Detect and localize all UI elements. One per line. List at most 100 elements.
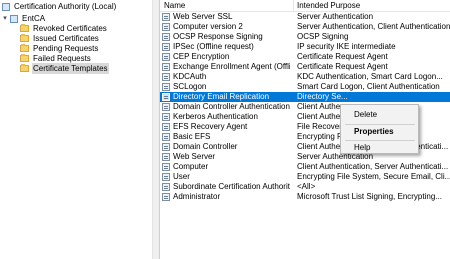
template-name: User xyxy=(173,172,190,181)
certificate-template-icon xyxy=(162,143,170,151)
certificate-template-icon xyxy=(162,83,170,91)
certificate-template-icon xyxy=(162,43,170,51)
template-name-cell: Administrator xyxy=(162,192,290,202)
template-name: Web Server xyxy=(173,152,216,161)
template-name: Exchange Enrollment Agent (Offline r... xyxy=(173,62,290,71)
table-row[interactable]: CEP Encryption Certificate Request Agent xyxy=(160,52,450,62)
context-menu: Delete Properties Help xyxy=(340,104,419,154)
table-row[interactable]: IPSec (Offline request) IP security IKE i… xyxy=(160,42,450,52)
table-row[interactable]: Subordinate Certification Authority <All> xyxy=(160,182,450,192)
template-name: Web Server SSL xyxy=(173,12,233,21)
template-name: Directory Email Replication xyxy=(173,92,270,101)
intended-purpose-cell: Microsoft Trust List Signing, Encrypting… xyxy=(297,192,442,201)
template-name: Domain Controller xyxy=(173,142,238,151)
intended-purpose-cell: OCSP Signing xyxy=(297,32,349,41)
template-name: EFS Recovery Agent xyxy=(173,122,248,131)
template-name-cell: Domain Controller xyxy=(162,142,290,152)
intended-purpose-cell: <All> xyxy=(297,182,316,191)
template-name: OCSP Response Signing xyxy=(173,32,263,41)
tree-node-root[interactable]: Certification Authority (Local) xyxy=(2,1,117,12)
template-name-cell: IPSec (Offline request) xyxy=(162,42,290,52)
certificate-template-icon xyxy=(162,53,170,61)
template-name-cell: EFS Recovery Agent xyxy=(162,122,290,132)
folder-icon xyxy=(20,54,29,62)
template-name: KDCAuth xyxy=(173,72,207,81)
folder-icon xyxy=(20,34,29,42)
collapse-arrow-icon[interactable]: ▾ xyxy=(2,13,8,24)
template-name-cell: Web Server SSL xyxy=(162,12,290,22)
template-name: CEP Encryption xyxy=(173,52,230,61)
table-row[interactable]: Computer Client Authentication, Server Au… xyxy=(160,162,450,172)
template-name: Computer xyxy=(173,162,209,171)
intended-purpose-cell: Server Authentication xyxy=(297,12,374,21)
pane-splitter[interactable] xyxy=(152,0,160,259)
template-name-cell: Domain Controller Authentication xyxy=(162,102,290,112)
ca-server-icon xyxy=(10,14,18,23)
certificate-template-icon xyxy=(162,173,170,181)
certificate-template-icon xyxy=(162,113,170,121)
template-name-cell: Web Server xyxy=(162,152,290,162)
menu-item-properties[interactable]: Properties xyxy=(354,126,394,138)
template-name-cell: Kerberos Authentication xyxy=(162,112,290,122)
menu-item-delete[interactable]: Delete xyxy=(354,109,377,121)
list-header: Name Intended Purpose xyxy=(160,0,450,12)
template-name-cell: Directory Email Replication xyxy=(162,92,290,102)
template-name: Kerberos Authentication xyxy=(173,112,258,121)
template-name-cell: KDCAuth xyxy=(162,72,290,82)
table-row[interactable]: Administrator Microsoft Trust List Signin… xyxy=(160,192,450,202)
certificate-template-icon xyxy=(162,183,170,191)
certificate-template-icon xyxy=(162,133,170,141)
table-row[interactable]: KDCAuth KDC Authentication, Smart Card Lo… xyxy=(160,72,450,82)
template-name: Subordinate Certification Authority xyxy=(173,182,290,191)
intended-purpose-cell: Certificate Request Agent xyxy=(297,62,388,71)
template-name-cell: Exchange Enrollment Agent (Offline r... xyxy=(162,62,290,72)
certificate-template-icon xyxy=(162,93,170,101)
tree-root-label: Certification Authority (Local) xyxy=(14,2,117,11)
template-name-cell: Computer xyxy=(162,162,290,172)
template-name-cell: OCSP Response Signing xyxy=(162,32,290,42)
template-name-cell: Basic EFS xyxy=(162,132,290,142)
certificate-template-icon xyxy=(162,163,170,171)
table-row[interactable]: User Encrypting File System, Secure Email… xyxy=(160,172,450,182)
certificate-template-icon xyxy=(162,33,170,41)
certificate-template-icon xyxy=(162,193,170,201)
menu-item-help[interactable]: Help xyxy=(354,142,370,154)
certificate-authority-icon xyxy=(2,2,10,11)
template-name: IPSec (Offline request) xyxy=(173,42,254,51)
intended-purpose-cell: Directory Se... xyxy=(297,92,348,101)
table-row[interactable]: Computer version 2 Server Authentication,… xyxy=(160,22,450,32)
certificate-template-icon xyxy=(162,123,170,131)
intended-purpose-cell: IP security IKE intermediate xyxy=(297,42,396,51)
table-row[interactable]: SCLogon Smart Card Logon, Client Authenti… xyxy=(160,82,450,92)
menu-separator xyxy=(345,140,415,141)
template-name: Computer version 2 xyxy=(173,22,243,31)
certificate-template-icon xyxy=(162,73,170,81)
console-tree: Certification Authority (Local) ▾ EntCA … xyxy=(0,0,152,259)
tree-item-label: Certificate Templates xyxy=(32,63,109,74)
template-name: Basic EFS xyxy=(173,132,211,141)
table-row[interactable]: Exchange Enrollment Agent (Offline r... C… xyxy=(160,62,450,72)
table-row[interactable]: Directory Email Replication Directory Se.… xyxy=(160,92,450,102)
template-name: Domain Controller Authentication xyxy=(173,102,290,111)
intended-purpose-cell: Client Authentication, Server Authentica… xyxy=(297,162,449,171)
template-name-cell: CEP Encryption xyxy=(162,52,290,62)
table-row[interactable]: Web Server SSL Server Authentication xyxy=(160,12,450,22)
template-name-cell: Subordinate Certification Authority xyxy=(162,182,290,192)
menu-separator xyxy=(345,124,415,125)
folder-icon xyxy=(20,64,29,72)
intended-purpose-cell: Encrypting File System, Secure Email, Cl… xyxy=(297,172,450,181)
template-name: SCLogon xyxy=(173,82,207,91)
certificate-template-icon xyxy=(162,103,170,111)
table-row[interactable]: OCSP Response Signing OCSP Signing xyxy=(160,32,450,42)
tree-item-certificate-templates[interactable]: Certificate Templates xyxy=(20,63,109,74)
certificate-template-icon xyxy=(162,13,170,21)
intended-purpose-cell: Smart Card Logon, Client Authentication xyxy=(297,82,440,91)
template-name-cell: SCLogon xyxy=(162,82,290,92)
certificate-template-icon xyxy=(162,63,170,71)
certificate-template-icon xyxy=(162,23,170,31)
column-header-name[interactable]: Name xyxy=(160,0,185,11)
intended-purpose-cell: KDC Authentication, Smart Card Logon... xyxy=(297,72,443,81)
template-name-cell: User xyxy=(162,172,290,182)
certificate-template-icon xyxy=(162,153,170,161)
column-header-purpose[interactable]: Intended Purpose xyxy=(293,0,360,11)
